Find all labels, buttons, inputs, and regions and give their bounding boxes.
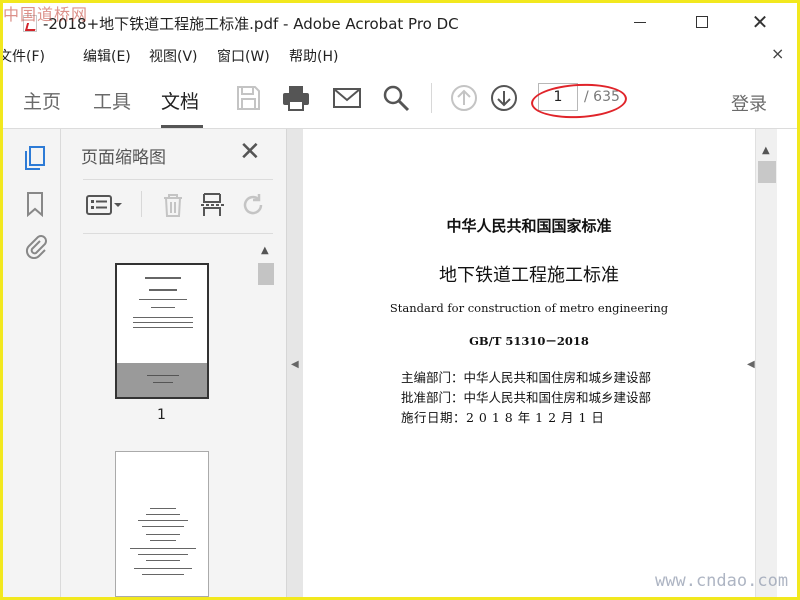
panel-toolbar-divider [141, 191, 142, 217]
scrollbar-thumb[interactable] [758, 161, 776, 183]
panel-divider [83, 233, 273, 234]
scroll-up-icon[interactable]: ▲ [762, 145, 770, 156]
scrollbar-thumb[interactable] [258, 263, 274, 285]
document-page: 中华人民共和国国家标准 地下铁道工程施工标准 Standard for cons… [303, 129, 755, 597]
document-title: 地下铁道工程施工标准 [439, 265, 619, 286]
watermark-bottom: www.cndao.com [655, 571, 789, 591]
document-viewport[interactable]: ◀ 中华人民共和国国家标准 地下铁道工程施工标准 Standard for co… [287, 129, 797, 597]
save-icon[interactable] [233, 83, 263, 113]
rotate-page-icon[interactable] [239, 191, 267, 219]
panel-title: 页面缩略图 [81, 148, 166, 168]
acrobat-window: -2018+地下铁道工程施工标准.pdf - Adobe Acrobat Pro… [3, 3, 797, 597]
document-english-title: Standard for construction of metro engin… [389, 301, 669, 315]
print-icon[interactable] [281, 83, 311, 113]
document-heading: 中华人民共和国国家标准 [446, 217, 612, 235]
toolbar-divider [431, 83, 432, 113]
document-approval: 批准部门：中华人民共和国住房和城乡建设部 [401, 390, 652, 405]
next-page-icon[interactable] [489, 83, 519, 113]
page-thumbnails-icon[interactable] [23, 145, 47, 171]
tab-home[interactable]: 主页 [23, 87, 61, 114]
tab-document[interactable]: 文档 [161, 87, 199, 114]
maximize-icon [696, 16, 708, 28]
watermark-top: 中国道桥网 [3, 5, 89, 24]
expand-right-pane-icon[interactable]: ◀ [747, 359, 755, 370]
window-title: -2018+地下铁道工程施工标准.pdf - Adobe Acrobat Pro… [43, 15, 459, 33]
active-tab-indicator [161, 125, 203, 128]
tab-tools[interactable]: 工具 [93, 87, 131, 114]
menu-file[interactable]: 文件(F) [3, 46, 45, 66]
login-button[interactable]: 登录 [731, 90, 767, 116]
maximize-button[interactable] [690, 11, 714, 33]
document-scrollbar[interactable]: ▲ [755, 129, 777, 597]
document-chief-editor: 主编部门：中华人民共和国住房和城乡建设部 [401, 370, 652, 385]
extract-pages-icon[interactable] [199, 191, 227, 219]
panel-divider [83, 179, 273, 180]
right-margin [777, 129, 797, 597]
menu-help[interactable]: 帮助(H) [289, 46, 338, 66]
collapse-panel-icon[interactable]: ◀ [291, 359, 299, 370]
minimize-button[interactable] [628, 11, 652, 33]
page-thumbnails-panel: 页面缩略图 ✕ ▲ 1 [61, 129, 287, 597]
email-icon[interactable] [332, 83, 362, 113]
close-panel-button[interactable]: ✕ [239, 137, 261, 167]
delete-page-icon[interactable] [159, 191, 187, 219]
navigation-pane-strip [3, 129, 61, 597]
thumbnail-page-1[interactable] [115, 263, 209, 399]
scroll-up-icon[interactable]: ▲ [261, 245, 269, 256]
toolbar: 主页 工具 文档 1 / 635 登录 [3, 67, 797, 129]
thumbnail-page-label: 1 [157, 407, 166, 423]
minimize-icon [634, 21, 646, 23]
menu-view[interactable]: 视图(V) [149, 46, 198, 66]
close-window-button[interactable]: ✕ [748, 11, 772, 33]
search-icon[interactable] [381, 83, 411, 113]
title-bar: -2018+地下铁道工程施工标准.pdf - Adobe Acrobat Pro… [3, 3, 797, 41]
thumbnail-scrollbar[interactable]: ▲ [257, 241, 275, 593]
attachment-icon[interactable] [23, 233, 47, 259]
previous-page-icon[interactable] [449, 83, 479, 113]
close-document-button[interactable]: × [771, 44, 784, 63]
thumbnail-page-2[interactable] [115, 451, 209, 597]
document-code: GB/T 51310－2018 [469, 334, 589, 348]
menu-edit[interactable]: 编辑(E) [83, 46, 131, 66]
thumbnail-band [117, 363, 207, 397]
menu-window[interactable]: 窗口(W) [217, 46, 270, 66]
bookmark-icon[interactable] [23, 191, 47, 217]
thumbnail-options-icon[interactable] [85, 191, 125, 219]
document-effective-date: 施行日期：2 0 1 8 年 1 2 月 1 日 [401, 410, 605, 425]
menu-bar: 文件(F) 编辑(E) 视图(V) 窗口(W) 帮助(H) × [3, 41, 797, 67]
